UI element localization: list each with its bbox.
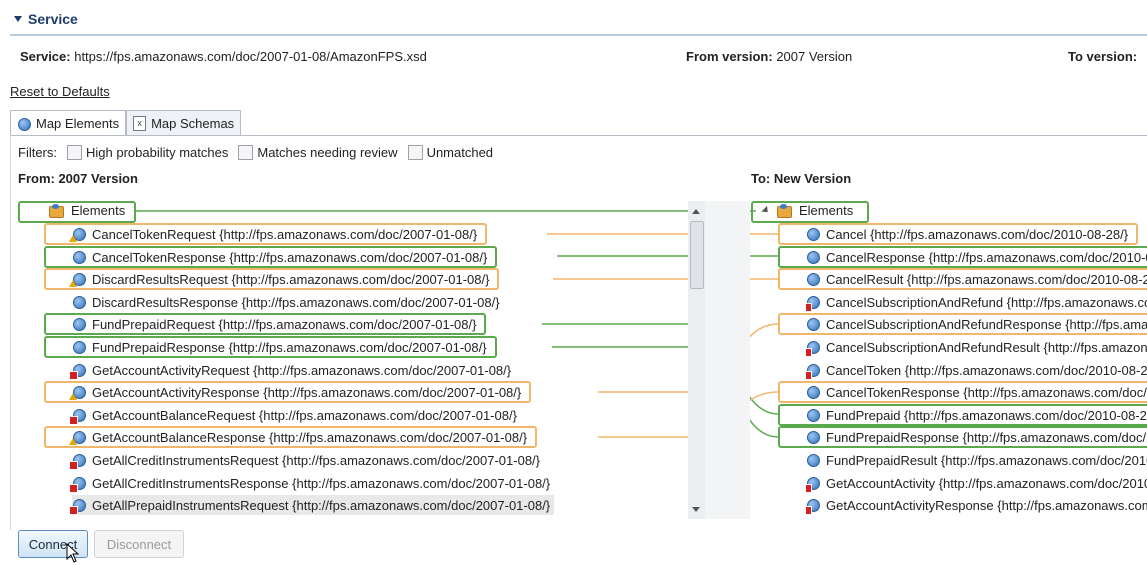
match-highlight xyxy=(778,223,1138,245)
tree-item-label: GetAccountActivityResponse {http://fps.a… xyxy=(826,497,1147,513)
left-tree-item[interactable]: GetAllCreditInstrumentsRequest {http://f… xyxy=(69,450,541,470)
right-tree-item[interactable]: GetAccountActivityResponse {http://fps.a… xyxy=(806,495,1147,515)
element-icon xyxy=(806,453,820,467)
left-tree-scrollbar[interactable] xyxy=(688,201,705,519)
tree-item-label: CancelSubscriptionAndRefundResult {http:… xyxy=(826,339,1147,355)
scroll-up-icon[interactable] xyxy=(692,209,700,214)
disconnect-button[interactable]: Disconnect xyxy=(94,530,184,558)
element-icon xyxy=(72,295,86,309)
match-highlight xyxy=(778,404,1147,426)
tree-item-label: GetAllCreditInstrumentsRequest {http://f… xyxy=(92,452,541,468)
tree-item-label: GetAccountActivityRequest {http://fps.am… xyxy=(92,362,512,378)
element-error-icon xyxy=(69,363,86,380)
element-error-icon xyxy=(69,453,86,470)
match-highlight xyxy=(778,381,1147,403)
right-root-elements[interactable]: Elements xyxy=(761,200,854,220)
match-highlight xyxy=(44,381,531,403)
match-highlight xyxy=(44,223,487,245)
match-highlight xyxy=(44,313,486,335)
match-highlight xyxy=(44,246,497,268)
right-tree-item[interactable]: GetAccountActivity {http://fps.amazonaws… xyxy=(806,473,1147,493)
element-error-icon xyxy=(806,340,820,357)
match-highlight xyxy=(778,313,1147,335)
element-error-icon xyxy=(69,476,86,493)
scroll-thumb[interactable] xyxy=(690,221,704,289)
tree-item-label: GetAccountActivity {http://fps.amazonaws… xyxy=(826,475,1147,491)
left-root-elements[interactable]: Elements xyxy=(48,200,125,220)
left-tree-item[interactable]: DiscardResultsResponse {http://fps.amazo… xyxy=(72,292,500,312)
right-tree-item[interactable]: CancelSubscriptionAndRefundResult {http:… xyxy=(806,337,1147,357)
match-highlight xyxy=(44,336,497,358)
element-error-icon xyxy=(806,295,820,312)
match-highlight xyxy=(44,426,537,448)
right-tree-item[interactable]: CancelToken {http://fps.amazonaws.com/do… xyxy=(806,360,1147,380)
tree-item-label: GetAccountBalanceRequest {http://fps.ama… xyxy=(92,407,517,423)
right-tree-item[interactable]: FundPrepaidResult {http://fps.amazonaws.… xyxy=(806,450,1147,470)
match-highlight xyxy=(778,268,1147,290)
elements-folder-icon xyxy=(776,203,792,218)
left-tree-item[interactable]: GetAllPrepaidInstrumentsRequest {http://… xyxy=(69,495,555,515)
tree-item-label: CancelToken {http://fps.amazonaws.com/do… xyxy=(826,362,1147,378)
elements-folder-icon xyxy=(48,203,64,218)
expand-triangle-icon[interactable] xyxy=(761,205,771,215)
element-error-icon xyxy=(806,363,820,380)
element-error-icon xyxy=(69,408,86,425)
element-error-icon xyxy=(69,498,86,515)
tree-item-label: GetAllCreditInstrumentsResponse {http://… xyxy=(92,475,551,491)
match-highlight xyxy=(778,246,1147,268)
tree-item-label: FundPrepaidResult {http://fps.amazonaws.… xyxy=(826,452,1147,468)
match-highlight xyxy=(778,426,1147,448)
tree-item-label: DiscardResultsResponse {http://fps.amazo… xyxy=(92,294,500,310)
tree-node-label: Elements xyxy=(799,202,854,218)
left-tree-item[interactable]: GetAccountBalanceRequest {http://fps.ama… xyxy=(69,405,517,425)
tree-item-label: CancelSubscriptionAndRefund {http://fps.… xyxy=(826,294,1147,310)
left-tree-item[interactable]: GetAllCreditInstrumentsResponse {http://… xyxy=(69,473,551,493)
connector-gutter xyxy=(705,201,750,519)
right-tree-item[interactable]: CancelSubscriptionAndRefund {http://fps.… xyxy=(806,292,1147,312)
element-error-icon xyxy=(806,476,820,493)
left-tree-item[interactable]: GetAccountActivityRequest {http://fps.am… xyxy=(69,360,512,380)
tree-item-label: GetAllPrepaidInstrumentsRequest {http://… xyxy=(92,497,551,513)
mouse-cursor-icon xyxy=(66,543,80,563)
match-highlight xyxy=(44,268,499,290)
scroll-down-icon[interactable] xyxy=(692,507,700,512)
tree-node-label: Elements xyxy=(71,202,126,218)
element-error-icon xyxy=(806,498,820,515)
